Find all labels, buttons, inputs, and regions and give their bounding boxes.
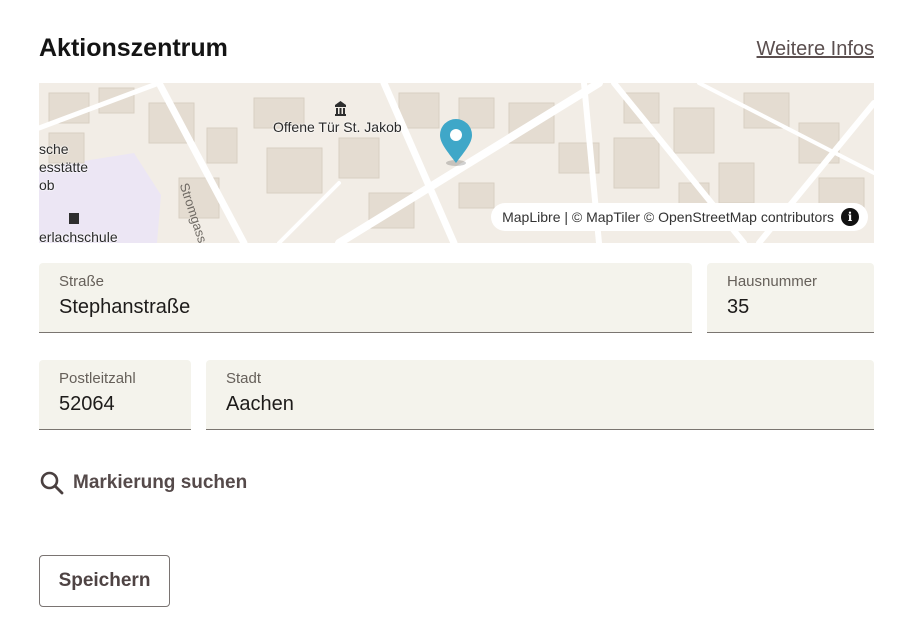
more-info-link[interactable]: Weitere Infos [757,38,874,61]
attribution-text: MapLibre | © MapTiler © OpenStreetMap co… [502,209,834,225]
postal-code-label: Postleitzahl [59,370,136,387]
map-attribution: MapLibre | © MapTiler © OpenStreetMap co… [491,203,868,231]
map-label-4: erlachschule [39,229,118,243]
search-marker-button[interactable]: Markierung suchen [39,468,247,498]
street-field[interactable]: Straße Stephanstraße [39,263,692,333]
house-number-value: 35 [727,296,750,318]
postal-code-value: 52064 [59,393,115,415]
city-field[interactable]: Stadt Aachen [206,360,874,430]
map-label-2: esstätte [39,159,89,175]
page-title: Aktionszentrum [39,34,228,62]
city-value: Aachen [226,393,294,415]
street-label: Straße [59,273,105,290]
search-icon [40,471,64,495]
info-icon[interactable]: i [841,208,859,226]
city-label: Stadt [226,370,262,387]
map-view[interactable]: Offene Tür St. Jakob sche esstätte ob er… [39,83,874,243]
house-number-field[interactable]: Hausnummer 35 [707,263,874,333]
save-button[interactable]: Speichern [39,555,170,607]
search-marker-label: Markierung suchen [73,472,248,493]
street-value: Stephanstraße [59,296,191,318]
postal-code-field[interactable]: Postleitzahl 52064 [39,360,191,430]
map-label-1: sche [39,141,69,157]
poi-label: Offene Tür St. Jakob [273,119,402,135]
page: Aktionszentrum Weitere Infos Offene Tür … [0,0,910,637]
map-label-3: ob [39,177,55,193]
house-number-label: Hausnummer [727,273,818,290]
